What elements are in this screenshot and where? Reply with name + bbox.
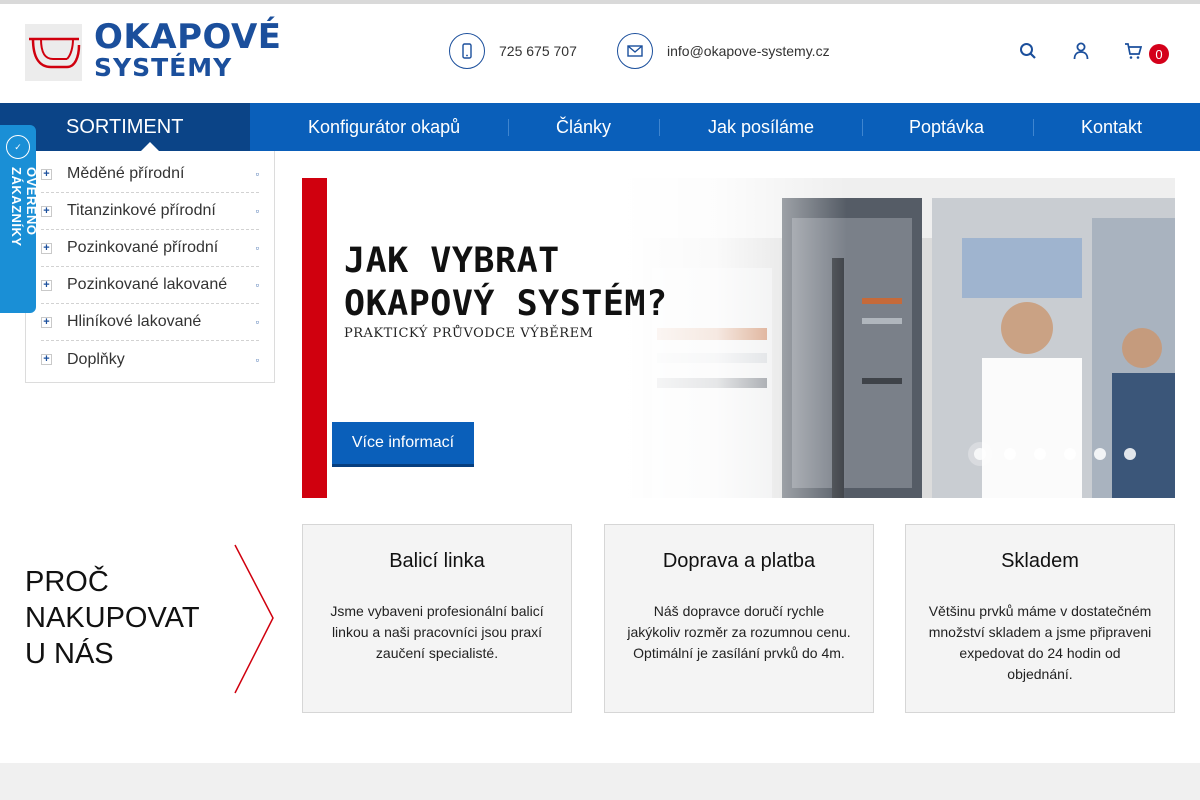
hero-title-line-1: JAK VYBRAT (344, 241, 560, 281)
sidebar-item-label: Titanzinkové přírodní (67, 202, 216, 219)
expand-plus-icon[interactable]: + (41, 205, 52, 217)
cart-count-badge: 0 (1149, 44, 1169, 64)
hero-title-line-2: OKAPOVÝ SYSTÉM? (344, 284, 668, 324)
nav-item-configurator[interactable]: Konfigurátor okapů (308, 103, 460, 151)
more-info-button[interactable]: Více informací (332, 422, 474, 467)
slider-dot-3[interactable] (1034, 448, 1046, 460)
nav-item-shipping[interactable]: Jak posíláme (708, 103, 814, 151)
verified-label: OVĚŘENO ZÁKAZNÍKY (9, 167, 39, 247)
card-text: Jsme vybaveni profesionální balicí linko… (330, 603, 544, 661)
hero-title: JAK VYBRAT OKAPOVÝ SYSTÉM? (344, 240, 668, 326)
email-address[interactable]: info@okapove-systemy.cz (667, 43, 830, 59)
why-buy-heading: PROČ NAKUPOVAT U NÁS (25, 564, 200, 672)
nav-item-inquiry[interactable]: Poptávka (909, 103, 984, 151)
sidebar-item-label: Doplňky (67, 350, 125, 368)
expand-plus-icon[interactable]: + (41, 279, 52, 291)
card-text: Většinu prvků máme v dostatečném množstv… (928, 603, 1152, 682)
chevron-right-icon: ▫ (255, 169, 259, 179)
sidebar-item-titanzinc[interactable]: + Titanzinkové přírodní ▫ (41, 193, 259, 230)
slider-dot-1[interactable] (974, 448, 986, 460)
chevron-right-icon: ▫ (255, 280, 259, 290)
sidebar-item-galvanized-natural[interactable]: + Pozinkované přírodní ▫ (41, 230, 259, 267)
chevron-right-icon (234, 544, 274, 694)
sidebar-item-galvanized-painted[interactable]: + Pozinkované lakované ▫ (41, 267, 259, 304)
main-nav: SORTIMENT Konfigurátor okapů Články Jak … (0, 103, 1200, 151)
phone-contact[interactable]: 725 675 707 (449, 33, 577, 69)
logo-line-1: OKAPOVÉ (94, 16, 282, 57)
slider-dot-5[interactable] (1094, 448, 1106, 460)
slider-dots (974, 448, 1154, 460)
sidebar-item-accessories[interactable]: + Doplňky ▫ (41, 341, 259, 378)
hero-slider: JAK VYBRAT OKAPOVÝ SYSTÉM? PRAKTICKÝ PRŮ… (302, 178, 1175, 498)
nav-item-contact[interactable]: Kontakt (1081, 103, 1142, 151)
footer-band (0, 763, 1200, 800)
card-title: Balicí linka (389, 550, 485, 572)
category-sidebar: + Měděné přírodní ▫ + Titanzinkové příro… (25, 151, 275, 383)
feature-card-stock: Skladem Většinu prvků máme v dostatečném… (905, 524, 1175, 713)
hero-subtitle: PRAKTICKÝ PRŮVODCE VÝBĚREM (344, 326, 594, 341)
expand-plus-icon[interactable]: + (41, 354, 52, 365)
expand-plus-icon[interactable]: + (41, 242, 52, 254)
nav-sortiment[interactable]: SORTIMENT (0, 103, 250, 151)
logo-line-2: SYSTÉMY (94, 52, 233, 82)
why-line-3: U NÁS (25, 638, 114, 670)
chevron-right-icon: ▫ (255, 243, 259, 253)
sidebar-item-label: Pozinkované přírodní (67, 239, 219, 256)
user-icon[interactable] (1073, 42, 1089, 60)
chevron-right-icon: ▫ (255, 354, 259, 365)
email-icon (617, 33, 653, 69)
nav-divider (659, 119, 660, 136)
sidebar-item-copper[interactable]: + Měděné přírodní ▫ (41, 156, 259, 193)
why-line-2: NAKUPOVAT (25, 602, 200, 634)
nav-notch (141, 142, 159, 151)
verified-seal-icon: ✓ (6, 135, 30, 159)
nav-divider (862, 119, 863, 136)
nav-divider (1033, 119, 1034, 136)
search-icon[interactable] (1019, 42, 1037, 60)
slider-dot-4[interactable] (1064, 448, 1076, 460)
cart-icon[interactable] (1124, 42, 1142, 60)
nav-item-articles[interactable]: Články (556, 103, 611, 151)
verified-by-customers-tab[interactable]: ✓ OVĚŘENO ZÁKAZNÍKY (0, 125, 39, 313)
slider-dot-2[interactable] (1004, 448, 1016, 460)
phone-number[interactable]: 725 675 707 (499, 43, 577, 59)
card-title: Doprava a platba (662, 550, 816, 572)
why-line-1: PROČ (25, 566, 109, 598)
expand-plus-icon[interactable]: + (41, 168, 52, 180)
sidebar-item-label: Pozinkované lakované (67, 276, 228, 293)
sidebar-item-label: Měděné přírodní (67, 165, 185, 182)
slider-dot-6[interactable] (1124, 448, 1136, 460)
nav-divider (508, 119, 509, 136)
feature-card-packing: Balicí linka Jsme vybaveni profesionální… (302, 524, 572, 713)
nav-sortiment-label: SORTIMENT (66, 115, 184, 138)
sidebar-item-aluminium[interactable]: + Hliníkové lakované ▫ (41, 304, 259, 341)
email-contact[interactable]: info@okapove-systemy.cz (617, 33, 830, 69)
chevron-right-icon: ▫ (255, 206, 259, 216)
hero-red-bar (302, 178, 327, 498)
gutter-logo-icon (25, 24, 82, 81)
expand-plus-icon[interactable]: + (41, 316, 52, 328)
phone-icon (449, 33, 485, 69)
card-text: Náš dopravce doručí rychle jakýkoliv roz… (627, 603, 851, 661)
sidebar-item-label: Hliníkové lakované (67, 313, 202, 330)
site-logo[interactable]: OKAPOVÉ SYSTÉMY (25, 18, 282, 81)
feature-card-delivery: Doprava a platba Náš dopravce doručí ryc… (604, 524, 874, 713)
site-header: OKAPOVÉ SYSTÉMY 725 675 707 info@okapove… (0, 4, 1200, 103)
chevron-right-icon: ▫ (255, 317, 259, 327)
card-title: Skladem (1001, 550, 1079, 572)
